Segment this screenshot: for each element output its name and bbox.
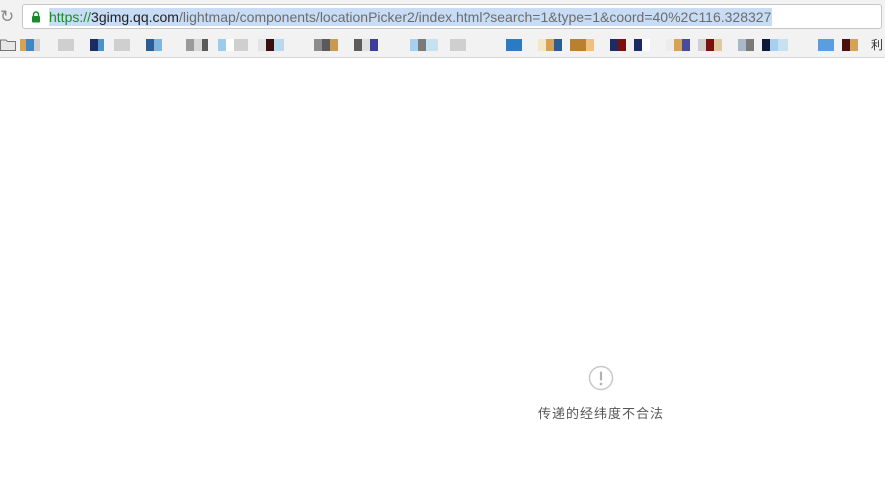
- bookmarks-bar: 利: [0, 33, 885, 57]
- bookmark-item[interactable]: [20, 39, 40, 51]
- bookmark-item[interactable]: [738, 39, 754, 51]
- bookmark-item[interactable]: [666, 39, 690, 51]
- exclamation-circle-icon: [588, 365, 614, 391]
- url-text[interactable]: https://3gimg.qq.com/lightmap/components…: [49, 8, 773, 26]
- bookmark-item[interactable]: [186, 39, 208, 51]
- bookmark-item[interactable]: [90, 39, 104, 51]
- url-host: 3gimg.qq.com: [91, 9, 179, 25]
- bookmark-item[interactable]: [818, 39, 834, 51]
- bookmark-item[interactable]: [258, 39, 284, 51]
- bookmark-item[interactable]: [634, 39, 650, 51]
- browser-chrome: ↻ https://3gimg.qq.com/lightmap/componen…: [0, 0, 885, 58]
- bookmark-item[interactable]: [610, 39, 626, 51]
- bookmark-item[interactable]: [698, 39, 722, 51]
- bookmark-item[interactable]: [354, 39, 378, 51]
- error-message: 传递的经纬度不合法: [537, 407, 664, 422]
- bookmark-item[interactable]: [314, 39, 338, 51]
- bookmarks-more[interactable]: 利: [871, 36, 883, 53]
- bookmark-item[interactable]: [218, 39, 248, 51]
- url-path: /lightmap/components/locationPicker2/ind…: [178, 9, 772, 25]
- bookmark-item[interactable]: [410, 39, 438, 51]
- bookmark-item[interactable]: [450, 39, 466, 51]
- bookmark-item[interactable]: [114, 39, 130, 51]
- bookmark-item[interactable]: [58, 39, 74, 51]
- bookmark-item[interactable]: [506, 39, 522, 51]
- reload-icon[interactable]: ↻: [0, 6, 14, 28]
- bookmark-item[interactable]: [146, 39, 162, 51]
- url-scheme: https://: [49, 9, 92, 25]
- bookmark-item[interactable]: [762, 39, 788, 51]
- bookmark-item[interactable]: [570, 39, 594, 51]
- page-content: 传递的经纬度不合法: [0, 58, 885, 503]
- bookmark-item[interactable]: [842, 39, 858, 51]
- lock-icon: [32, 11, 40, 23]
- bookmark-item[interactable]: [538, 39, 562, 51]
- folder-icon[interactable]: [0, 38, 16, 51]
- address-bar[interactable]: https://3gimg.qq.com/lightmap/components…: [22, 4, 882, 29]
